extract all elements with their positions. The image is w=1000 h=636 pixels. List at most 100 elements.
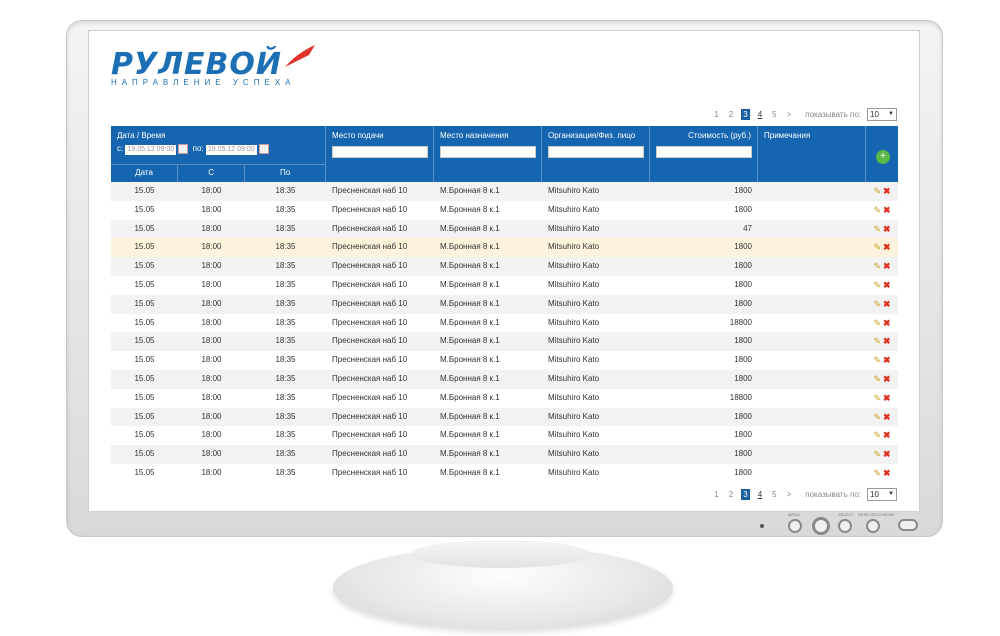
per-page-select[interactable]: 10 ▼ bbox=[867, 107, 897, 121]
cell-from: 18:00 bbox=[201, 411, 222, 421]
org-filter-input[interactable] bbox=[548, 146, 644, 158]
page-1[interactable]: 1 bbox=[712, 489, 720, 500]
pencil-icon[interactable]: ✎ bbox=[873, 257, 881, 276]
calendar-icon[interactable] bbox=[178, 144, 189, 154]
delete-icon[interactable]: ✖ bbox=[883, 238, 891, 257]
pencil-icon[interactable]: ✎ bbox=[873, 426, 881, 445]
date-from-input[interactable]: 19.05.12 09:00 bbox=[125, 145, 177, 156]
page-4[interactable]: 4 bbox=[756, 109, 764, 120]
delete-icon[interactable]: ✖ bbox=[883, 257, 891, 276]
table-row[interactable]: 15.05 18:00 18:35 Пресненская наб 10 М.Бронн… bbox=[111, 332, 898, 352]
col-destination[interactable]: Место назначения bbox=[440, 131, 535, 140]
table-row[interactable]: 15.05 18:00 18:35 Пресненская наб 10 М.Бронн… bbox=[111, 219, 898, 239]
delete-icon[interactable]: ✖ bbox=[883, 426, 891, 445]
pencil-icon[interactable]: ✎ bbox=[873, 238, 881, 257]
cell-destination: М.Бронная 8 к.1 bbox=[440, 223, 500, 233]
col-date[interactable]: Дата bbox=[111, 164, 179, 182]
delete-icon[interactable]: ✖ bbox=[883, 276, 891, 295]
delete-icon[interactable]: ✖ bbox=[883, 389, 891, 408]
table-row[interactable]: 15.05 18:00 18:35 Пресненская наб 10 М.Бронн… bbox=[111, 351, 898, 370]
delete-icon[interactable]: ✖ bbox=[883, 332, 891, 351]
pencil-icon[interactable]: ✎ bbox=[873, 370, 881, 389]
next-page-icon[interactable]: > bbox=[785, 489, 794, 500]
table-row[interactable]: 15.05 18:00 18:35 Пресненская наб 10 М.Бронн… bbox=[111, 389, 898, 408]
destination-filter-input[interactable] bbox=[440, 146, 536, 158]
table-row[interactable]: 15.05 18:00 18:35 Пресненская наб 10 М.Бронн… bbox=[111, 369, 898, 389]
power-button[interactable] bbox=[898, 519, 918, 531]
pencil-icon[interactable]: ✎ bbox=[873, 408, 881, 427]
menu-button[interactable] bbox=[788, 519, 802, 533]
page-4[interactable]: 4 bbox=[756, 489, 764, 500]
table-row[interactable]: 15.05 18:00 18:35 Пресненская наб 10 М.Бронн… bbox=[111, 276, 898, 295]
cell-cost: 1800 bbox=[734, 298, 752, 308]
delete-icon[interactable]: ✖ bbox=[883, 445, 891, 464]
table-row[interactable]: 15.05 18:00 18:35 Пресненская наб 10 М.Бронн… bbox=[111, 426, 898, 445]
per-page-select[interactable]: 10 ▼ bbox=[867, 487, 897, 501]
table-row[interactable]: 15.05 18:00 18:35 Пресненская наб 10 М.Бронн… bbox=[111, 201, 898, 220]
col-pickup[interactable]: Место подачи bbox=[332, 131, 427, 140]
pencil-icon[interactable]: ✎ bbox=[873, 389, 881, 408]
delete-icon[interactable]: ✖ bbox=[883, 370, 891, 389]
table-row[interactable]: 15.05 18:00 18:35 Пресненская наб 10 М.Бронн… bbox=[111, 407, 898, 427]
pencil-icon[interactable]: ✎ bbox=[873, 276, 881, 295]
page-3-current[interactable]: 3 bbox=[741, 108, 750, 120]
delete-icon[interactable]: ✖ bbox=[883, 220, 891, 239]
pencil-icon[interactable]: ✎ bbox=[873, 464, 881, 483]
calendar-icon[interactable] bbox=[258, 144, 269, 154]
joystick-button[interactable] bbox=[812, 517, 830, 535]
delete-icon[interactable]: ✖ bbox=[883, 351, 891, 370]
cell-org: Mitsuhiro Kato bbox=[548, 411, 600, 421]
table-row[interactable]: 15.05 18:00 18:35 Пресненская наб 10 М.Бронн… bbox=[111, 464, 898, 483]
cell-date: 15.05 bbox=[134, 336, 155, 346]
monitor-stand-neck bbox=[412, 540, 590, 568]
cell-cost: 1800 bbox=[734, 204, 752, 214]
cell-to: 18:35 bbox=[275, 355, 296, 365]
pencil-icon[interactable]: ✎ bbox=[873, 332, 881, 351]
menu-label: MENU bbox=[788, 512, 800, 517]
col-cost[interactable]: Стоимость (руб.) bbox=[656, 131, 751, 140]
table-row[interactable]: 15.05 18:00 18:35 Пресненская наб 10 М.Бронн… bbox=[111, 294, 898, 314]
page-1[interactable]: 1 bbox=[712, 109, 720, 120]
cost-filter-input[interactable] bbox=[656, 146, 752, 158]
delete-icon[interactable]: ✖ bbox=[883, 408, 891, 427]
delete-icon[interactable]: ✖ bbox=[883, 464, 891, 483]
col-to[interactable]: По bbox=[245, 164, 326, 182]
cell-org: Mitsuhiro Kato bbox=[548, 298, 600, 308]
page-5[interactable]: 5 bbox=[770, 489, 778, 500]
page-3-current[interactable]: 3 bbox=[741, 488, 750, 500]
date-to-input[interactable]: 19.05.12 09:00 bbox=[205, 145, 257, 156]
pencil-icon[interactable]: ✎ bbox=[873, 445, 881, 464]
col-org[interactable]: Организация/Физ. лицо bbox=[548, 131, 643, 140]
table-row[interactable]: 15.05 18:00 18:35 Пресненская наб 10 М.Бронн… bbox=[111, 314, 898, 333]
select-button[interactable] bbox=[838, 519, 852, 533]
col-notes[interactable]: Примечания bbox=[764, 131, 859, 140]
next-page-icon[interactable]: > bbox=[785, 109, 794, 120]
reset-button[interactable] bbox=[866, 519, 880, 533]
table-row[interactable]: 15.05 18:00 18:35 Пресненская наб 10 М.Бронн… bbox=[111, 445, 898, 464]
add-button[interactable]: + bbox=[876, 150, 890, 164]
cell-cost: 1800 bbox=[734, 186, 752, 195]
cell-destination: М.Бронная 8 к.1 bbox=[440, 279, 500, 289]
page-2[interactable]: 2 bbox=[727, 109, 735, 120]
cell-to: 18:35 bbox=[275, 298, 296, 308]
delete-icon[interactable]: ✖ bbox=[883, 201, 891, 220]
col-from[interactable]: С bbox=[178, 164, 246, 182]
pencil-icon[interactable]: ✎ bbox=[873, 351, 881, 370]
cell-cost: 1800 bbox=[734, 336, 752, 346]
page-5[interactable]: 5 bbox=[770, 109, 778, 120]
cell-date: 15.05 bbox=[134, 411, 155, 421]
pencil-icon[interactable]: ✎ bbox=[873, 182, 881, 201]
delete-icon[interactable]: ✖ bbox=[883, 314, 891, 333]
pencil-icon[interactable]: ✎ bbox=[873, 295, 881, 314]
pickup-filter-input[interactable] bbox=[332, 146, 428, 158]
table-row[interactable]: 15.05 18:00 18:35 Пресненская наб 10 М.Бронн… bbox=[111, 257, 898, 276]
pencil-icon[interactable]: ✎ bbox=[873, 201, 881, 220]
page-2[interactable]: 2 bbox=[727, 489, 735, 500]
table-row[interactable]: 15.05 18:00 18:35 Пресненская наб 10 М.Бронн… bbox=[111, 238, 898, 258]
screen: РУЛЕВОЙ НАПРАВЛЕНИЕ УСПЕХА 1 2 3 4 5 > п… bbox=[88, 30, 920, 512]
delete-icon[interactable]: ✖ bbox=[883, 295, 891, 314]
pencil-icon[interactable]: ✎ bbox=[873, 220, 881, 239]
pencil-icon[interactable]: ✎ bbox=[873, 314, 881, 333]
delete-icon[interactable]: ✖ bbox=[883, 182, 891, 201]
table-row[interactable]: 15.05 18:00 18:35 Пресненская наб 10 М.Бронн… bbox=[111, 182, 898, 201]
